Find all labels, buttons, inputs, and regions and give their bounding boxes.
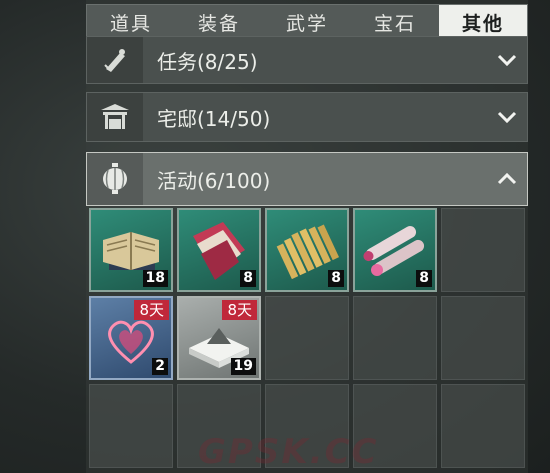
expiry-badge: 8天 (134, 300, 169, 320)
tab-gems[interactable]: 宝石 (351, 5, 439, 39)
empty-slot (265, 296, 349, 380)
category-label-event: 活动(6/100) (157, 168, 271, 193)
chevron-down-icon (487, 54, 527, 66)
item-slot-scroll-bundle[interactable]: 8 (353, 208, 437, 292)
empty-slot (89, 384, 173, 468)
item-count: 8 (328, 270, 344, 287)
category-tabs: 道具 装备 武学 宝石 其他 (86, 4, 528, 40)
watermark-text: GPSK.CC (198, 432, 379, 472)
tab-equipment[interactable]: 装备 (175, 5, 263, 39)
gate-icon (87, 93, 143, 141)
empty-slot (441, 296, 525, 380)
empty-slot (441, 384, 525, 468)
lantern-icon (87, 153, 143, 205)
item-slot-heart-charm[interactable]: 8天 2 (89, 296, 173, 380)
empty-slot (353, 296, 437, 380)
chevron-up-icon (487, 173, 527, 185)
category-label-task: 任务(8/25) (157, 49, 258, 74)
scroll-icon (87, 37, 143, 83)
tab-martial-arts[interactable]: 武学 (263, 5, 351, 39)
item-count: 8 (416, 270, 432, 287)
item-count: 19 (230, 358, 256, 375)
item-slot-book-stack[interactable]: 18 (89, 208, 173, 292)
tab-props[interactable]: 道具 (87, 5, 175, 39)
empty-slot (441, 208, 525, 292)
category-row-residence[interactable]: 宅邸(14/50) (86, 92, 528, 142)
category-label-residence: 宅邸(14/50) (157, 106, 271, 131)
tab-other[interactable]: 其他 (439, 5, 527, 39)
item-slot-paper-bundle[interactable]: 8天 19 (177, 296, 261, 380)
category-row-event[interactable]: 活动(6/100) (86, 152, 528, 206)
chevron-down-icon (487, 111, 527, 123)
item-slot-bamboo-slips[interactable]: 8 (265, 208, 349, 292)
item-count: 18 (142, 270, 168, 287)
expiry-badge: 8天 (222, 300, 257, 320)
category-row-task[interactable]: 任务(8/25) (86, 36, 528, 84)
item-slot-red-book[interactable]: 8 (177, 208, 261, 292)
item-count: 8 (240, 270, 256, 287)
item-count: 2 (152, 358, 168, 375)
